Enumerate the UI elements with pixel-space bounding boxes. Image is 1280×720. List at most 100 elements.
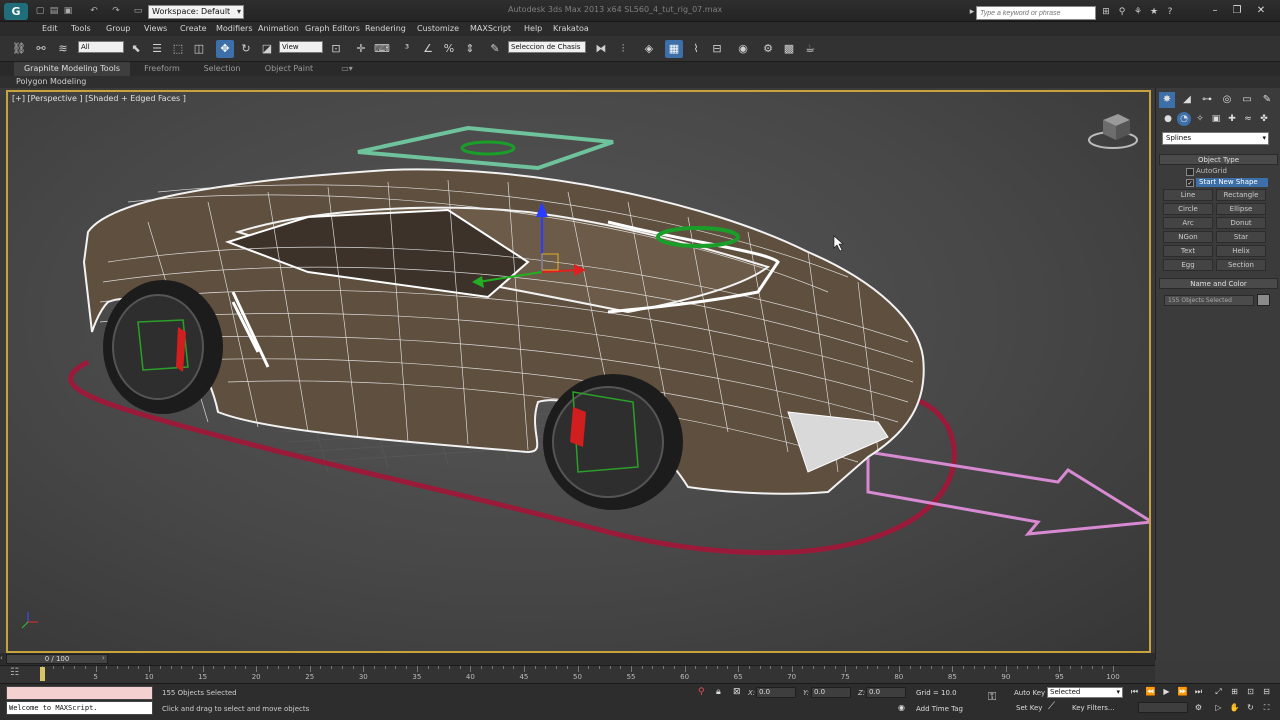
select-and-link-icon[interactable]: ⛓	[10, 40, 28, 58]
geometry-icon[interactable]: ●	[1161, 112, 1175, 126]
named-selection-dropdown[interactable]: Seleccion de Chasis	[508, 41, 586, 53]
open-file-icon[interactable]: ▤	[48, 5, 60, 17]
helpers-icon[interactable]: ✚	[1225, 112, 1239, 126]
layer-manager-icon[interactable]: ◈	[640, 40, 658, 58]
perspective-viewport[interactable]: [+] [Perspective ] [Shaded + Edged Faces…	[6, 90, 1151, 653]
go-to-start-icon[interactable]: ⏮	[1128, 686, 1141, 698]
ngon-button[interactable]: NGon	[1163, 231, 1213, 243]
text-button[interactable]: Text	[1163, 245, 1213, 257]
time-next-icon[interactable]: ›	[102, 654, 108, 664]
reference-coordinate-dropdown[interactable]: View	[279, 41, 323, 53]
menu-animation[interactable]: Animation	[258, 23, 299, 35]
zoom-all-icon[interactable]: ⊞	[1228, 686, 1241, 698]
graphite-toggle-icon[interactable]: ▦	[665, 40, 683, 58]
close-icon[interactable]: ✕	[1252, 4, 1270, 18]
maxscript-output[interactable]: Welcome to MAXScript.	[6, 701, 153, 715]
app-menu-logo-icon[interactable]: G	[4, 3, 28, 20]
time-tag-icon[interactable]: ◉	[898, 703, 905, 712]
z-coordinate-field[interactable]: 0.0	[866, 687, 906, 698]
pivot-center-icon[interactable]: ⊡	[327, 40, 345, 58]
zoom-extents-all-icon[interactable]: ⊟	[1260, 686, 1273, 698]
maximize-viewport-icon[interactable]: ⛶	[1260, 702, 1273, 714]
communication-center-icon[interactable]: ⚲	[1116, 6, 1128, 18]
menu-help[interactable]: Help	[524, 23, 542, 35]
ribbon-options-icon[interactable]: ▭▾	[336, 62, 358, 76]
mirror-icon[interactable]: ⧓	[592, 40, 610, 58]
start-new-shape-checkbox[interactable]: ✓	[1186, 179, 1194, 187]
egg-button[interactable]: Egg	[1163, 259, 1213, 271]
maxscript-mini-listener[interactable]	[6, 686, 153, 700]
object-type-rollout[interactable]: Object Type	[1159, 154, 1278, 165]
tab-selection[interactable]: Selection	[194, 62, 250, 76]
selection-lock-icon[interactable]: 🔒︎	[716, 687, 721, 697]
bind-space-warp-icon[interactable]: ≋	[54, 40, 72, 58]
play-icon[interactable]: ▶	[1160, 686, 1173, 698]
auto-key-button[interactable]: Auto Key	[1014, 689, 1045, 697]
selection-filter-dropdown[interactable]: All	[78, 41, 124, 53]
menu-views[interactable]: Views	[144, 23, 167, 35]
tab-freeform[interactable]: Freeform	[134, 62, 190, 76]
next-frame-icon[interactable]: ⏩	[1176, 686, 1189, 698]
pan-view-icon[interactable]: ✋	[1228, 702, 1241, 714]
systems-icon[interactable]: ✤	[1257, 112, 1271, 126]
shapes-icon[interactable]: ◔	[1177, 112, 1191, 126]
redo-icon[interactable]: ↷	[110, 5, 122, 17]
hierarchy-tab-icon[interactable]: ⊶	[1199, 92, 1215, 108]
tab-graphite-modeling-tools[interactable]: Graphite Modeling Tools	[14, 62, 130, 76]
space-warps-icon[interactable]: ≈	[1241, 112, 1255, 126]
new-file-icon[interactable]: ▢	[34, 5, 46, 17]
cameras-icon[interactable]: ▣	[1209, 112, 1223, 126]
window-crossing-icon[interactable]: ◫	[190, 40, 208, 58]
track-bar[interactable]: ☷ 05101520253035404550556065707580859095…	[0, 665, 1155, 683]
menu-edit[interactable]: Edit	[42, 23, 58, 35]
field-of-view-icon[interactable]: ▷	[1212, 702, 1225, 714]
help-icon[interactable]: ?	[1164, 6, 1176, 18]
create-tab-icon[interactable]: ✸	[1159, 92, 1175, 108]
rectangular-selection-icon[interactable]: ⬚	[169, 40, 187, 58]
name-and-color-rollout[interactable]: Name and Color	[1159, 278, 1278, 289]
tab-object-paint[interactable]: Object Paint	[256, 62, 322, 76]
mini-curve-editor-icon[interactable]: ☷	[10, 667, 30, 681]
ellipse-button[interactable]: Ellipse	[1216, 203, 1266, 215]
align-icon[interactable]: ⫶	[614, 40, 632, 58]
object-name-field[interactable]: 155 Objects Selected	[1164, 295, 1254, 306]
time-slider[interactable]: 0 / 100	[6, 654, 108, 664]
project-folder-icon[interactable]: ▭	[132, 5, 144, 17]
select-and-move-icon[interactable]: ✥	[216, 40, 234, 58]
donut-button[interactable]: Donut	[1216, 217, 1266, 229]
circle-button[interactable]: Circle	[1163, 203, 1213, 215]
menu-maxscript[interactable]: MAXScript	[470, 23, 511, 35]
lights-icon[interactable]: ✧	[1193, 112, 1207, 126]
render-setup-icon[interactable]: ⚙	[759, 40, 777, 58]
save-file-icon[interactable]: ▣	[62, 5, 74, 17]
rendered-frame-window-icon[interactable]: ▩	[780, 40, 798, 58]
zoom-extents-icon[interactable]: ⊡	[1244, 686, 1257, 698]
absolute-mode-icon[interactable]: ⊠	[733, 687, 741, 697]
select-object-icon[interactable]: ⬉	[127, 40, 145, 58]
set-key-button[interactable]: Set Key	[1016, 704, 1042, 712]
unlink-icon[interactable]: ⚯	[32, 40, 50, 58]
add-time-tag[interactable]: Add Time Tag	[916, 705, 963, 713]
time-prev-icon[interactable]: ‹	[0, 654, 5, 664]
select-and-manipulate-icon[interactable]: ✛	[352, 40, 370, 58]
angle-snap-icon[interactable]: ∠	[419, 40, 437, 58]
binoculars-icon[interactable]: ⊞	[1100, 6, 1112, 18]
select-by-name-icon[interactable]: ☰	[148, 40, 166, 58]
zoom-icon[interactable]: ⤢	[1212, 686, 1225, 698]
help-search-input[interactable]	[976, 6, 1096, 20]
rectangle-button[interactable]: Rectangle	[1216, 189, 1266, 201]
keyboard-shortcut-override-icon[interactable]: ⌨	[373, 40, 391, 58]
snaps-toggle-icon[interactable]: ³	[398, 40, 416, 58]
modify-tab-icon[interactable]: ◢	[1179, 92, 1195, 108]
menu-group[interactable]: Group	[106, 23, 130, 35]
orbit-icon[interactable]: ↻	[1244, 702, 1257, 714]
key-filters-button[interactable]: Key Filters...	[1072, 704, 1115, 712]
previous-frame-icon[interactable]: ⏪	[1144, 686, 1157, 698]
line-button[interactable]: Line	[1163, 189, 1213, 201]
schematic-view-icon[interactable]: ⊟	[708, 40, 726, 58]
menu-create[interactable]: Create	[180, 23, 207, 35]
select-and-rotate-icon[interactable]: ↻	[237, 40, 255, 58]
menu-tools[interactable]: Tools	[71, 23, 91, 35]
material-editor-icon[interactable]: ◉	[734, 40, 752, 58]
current-frame-field[interactable]	[1138, 702, 1188, 713]
